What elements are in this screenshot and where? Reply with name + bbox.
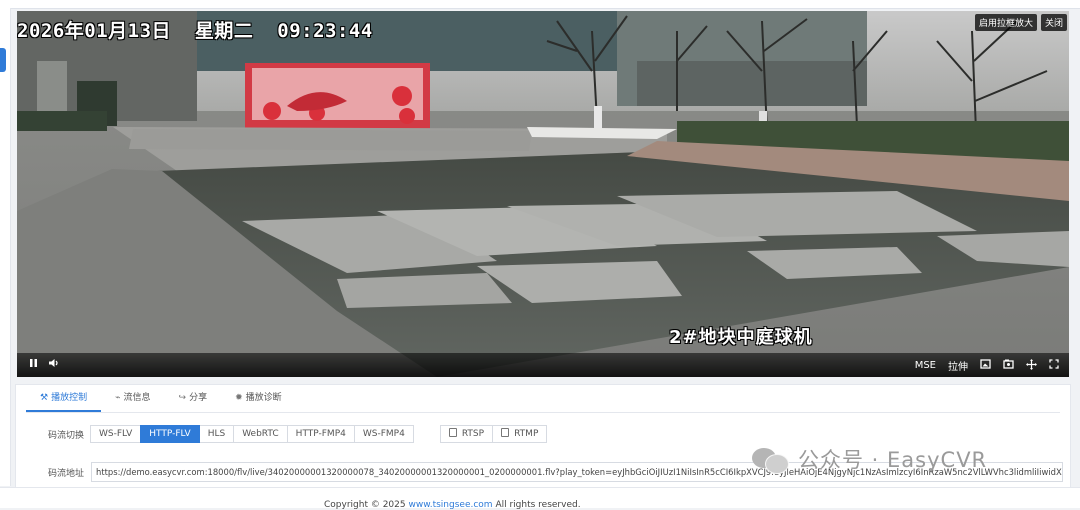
camera-name-overlay: 2#地块中庭球机 [669, 327, 813, 348]
protocol-option-ws-fmp4[interactable]: WS-FMP4 [353, 425, 414, 443]
tab-share[interactable]: ↪ 分享 [165, 385, 222, 411]
copy-icon [448, 428, 457, 437]
fullscreen-icon[interactable] [1049, 359, 1059, 372]
rtmp-button[interactable]: RTMP [492, 425, 548, 443]
video-player[interactable]: 2026年01月13日 星期二 09:23:44 2#地块中庭球机 启用拉框放大… [17, 11, 1069, 377]
osd-datetime: 2026年01月13日 星期二 09:23:44 [17, 20, 373, 42]
wrench-icon: ⚒ [40, 393, 49, 403]
extra-protocols: RTSP RTMP [439, 425, 548, 443]
volume-icon[interactable] [48, 358, 60, 371]
protocol-option-hls[interactable]: HLS [198, 425, 235, 443]
tab-label: 播放诊断 [245, 393, 282, 403]
protocol-option-webrtc[interactable]: WebRTC [233, 425, 288, 443]
tab-diagnostics[interactable]: ✹ 播放诊断 [221, 385, 296, 411]
watermark: 公众号 · EasyCVR [752, 444, 987, 474]
overlay-buttons: 启用拉框放大 关闭 [974, 14, 1067, 31]
tab-label: 分享 [189, 393, 208, 403]
pause-icon[interactable] [29, 358, 38, 371]
protocol-option-http-fmp4[interactable]: HTTP-FMP4 [286, 425, 355, 443]
snapshot-icon[interactable] [980, 359, 991, 372]
copyright-text: Copyright © 2025 www.tsingsee.com All ri… [324, 500, 581, 510]
protocol-option-http-flv[interactable]: HTTP-FLV [140, 425, 200, 443]
panel-tabs: ⚒ 播放控制 ⌁ 流信息 ↪ 分享 ✹ 播放诊断 [26, 385, 1060, 413]
copyright-suffix: All rights reserved. [492, 500, 581, 510]
stretch-button[interactable]: 拉伸 [948, 358, 968, 373]
zoom-box-button[interactable]: 启用拉框放大 [974, 14, 1037, 31]
tab-label: 流信息 [123, 393, 151, 403]
rtsp-button[interactable]: RTSP [439, 425, 494, 443]
rtsp-label: RTSP [461, 429, 485, 439]
player-control-bar: MSE 拉伸 [17, 353, 1069, 377]
protocol-selector: WS-FLV HTTP-FLV HLS WebRTC HTTP-FMP4 WS-… [90, 425, 414, 443]
copy-icon [501, 428, 510, 437]
stream-switch-row: 码流切换 WS-FLV HTTP-FLV HLS WebRTC HTTP-FMP… [48, 425, 548, 443]
video-frame [17, 11, 1069, 377]
share-icon: ↪ [178, 393, 187, 403]
tab-playback-control[interactable]: ⚒ 播放控制 [26, 385, 102, 412]
pulse-icon: ⌁ [115, 393, 121, 403]
protocol-option-ws-flv[interactable]: WS-FLV [90, 425, 142, 443]
footer: Copyright © 2025 www.tsingsee.com All ri… [0, 487, 1080, 510]
side-rail [0, 8, 11, 486]
watermark-text: 公众号 · EasyCVR [798, 448, 988, 472]
stream-url-label: 码流地址 [48, 468, 85, 479]
wechat-logo-icon [752, 445, 790, 474]
rtmp-label: RTMP [514, 429, 539, 439]
copyright-prefix: Copyright © 2025 [324, 500, 409, 510]
top-bar [0, 0, 1080, 9]
ptz-move-icon[interactable] [1026, 358, 1037, 373]
format-label[interactable]: MSE [915, 360, 936, 371]
close-button[interactable]: 关闭 [1040, 14, 1067, 31]
side-rail-active-marker [0, 48, 6, 72]
record-icon[interactable] [1003, 359, 1014, 372]
tab-stream-info[interactable]: ⌁ 流信息 [101, 385, 164, 411]
gear-icon: ✹ [235, 393, 243, 403]
company-link[interactable]: www.tsingsee.com [408, 500, 492, 510]
stream-switch-label: 码流切换 [48, 430, 85, 441]
tab-label: 播放控制 [51, 393, 88, 403]
